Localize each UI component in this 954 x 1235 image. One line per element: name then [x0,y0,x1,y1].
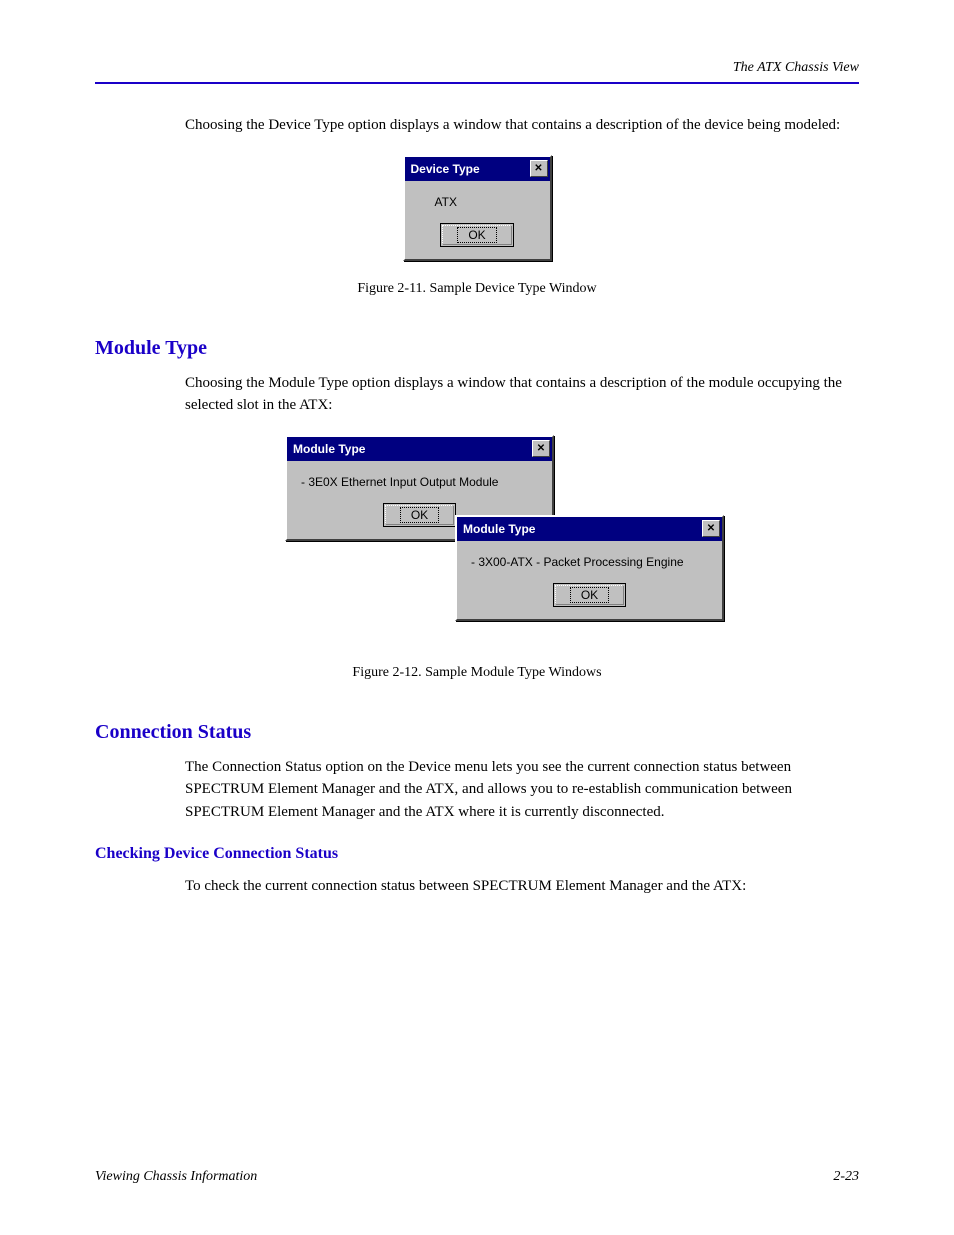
close-icon[interactable]: ✕ [532,440,550,457]
section-checking-status: Checking Device Connection Status [95,845,859,863]
device-type-dialog-wrap: Device Type ✕ ATX OK [95,155,859,261]
dialog-content: - 3X00-ATX - Packet Processing Engine [471,555,708,569]
dialog-title: Module Type [463,522,535,536]
dialog-content: ATX [419,195,536,209]
ok-button[interactable]: OK [555,585,624,605]
ok-button-label: OK [400,507,439,523]
module-type-dialog-2: Module Type ✕ - 3X00-ATX - Packet Proces… [455,515,724,621]
ok-button-label: OK [570,587,609,603]
dialog-body: - 3X00-ATX - Packet Processing Engine OK [457,541,722,619]
footer-right: 2-23 [833,1169,859,1185]
paragraph-3: The Connection Status option on the Devi… [185,756,859,824]
figure-caption-1: Figure 2-11. Sample Device Type Window [95,281,859,297]
device-type-dialog: Device Type ✕ ATX OK [403,155,552,261]
close-icon[interactable]: ✕ [530,160,548,177]
figure-caption-2: Figure 2-12. Sample Module Type Windows [95,665,859,681]
section-name: The ATX Chassis View [733,60,859,76]
module-type-dialogs: Module Type ✕ - 3E0X Ethernet Input Outp… [165,435,859,645]
dialog-title: Device Type [411,162,480,176]
dialog-body: ATX OK [405,181,550,259]
dialog-content: - 3E0X Ethernet Input Output Module [301,475,538,489]
ok-button-outer: OK [383,503,456,527]
dialog-titlebar: Module Type ✕ [287,437,552,461]
dialog-titlebar: Device Type ✕ [405,157,550,181]
ok-button-label: OK [457,227,496,243]
page-header: The ATX Chassis View [95,60,859,76]
footer-left: Viewing Chassis Information [95,1169,257,1185]
paragraph-4: To check the current connection status b… [185,875,859,898]
section-module-type: Module Type [95,337,859,360]
page-footer: Viewing Chassis Information 2-23 [95,1169,859,1185]
dialog-titlebar: Module Type ✕ [457,517,722,541]
header-rule [95,82,859,84]
section-connection-status: Connection Status [95,721,859,744]
paragraph-2: Choosing the Module Type option displays… [185,372,859,417]
ok-button[interactable]: OK [385,505,454,525]
ok-button-outer: OK [440,223,513,247]
ok-button[interactable]: OK [442,225,511,245]
dialog-title: Module Type [293,442,365,456]
close-icon[interactable]: ✕ [702,520,720,537]
paragraph-1: Choosing the Device Type option displays… [185,114,859,137]
ok-button-outer: OK [553,583,626,607]
